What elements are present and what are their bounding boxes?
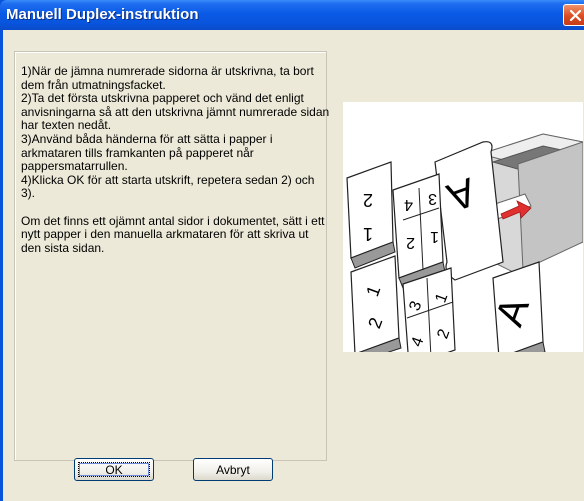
instructions-text: 1)När de jämna numrerade sidorna är utsk…: [21, 64, 330, 255]
window-title: Manuell Duplex-instruktion: [6, 6, 199, 23]
page-stack-bottom-right: A: [487, 261, 546, 367]
cancel-button-label: Avbryt: [216, 462, 250, 477]
close-icon: [569, 9, 582, 22]
cancel-button[interactable]: Avbryt: [193, 458, 273, 481]
svg-text:1: 1: [430, 228, 439, 245]
svg-text:2: 2: [363, 190, 373, 210]
focus-rect: [78, 462, 150, 477]
page-stack-middle: 4 3 2 1: [392, 173, 446, 289]
dialog-window: Manuell Duplex-instruktion 1)När de jämn…: [0, 0, 584, 501]
page-stack-left: 2 1: [346, 161, 396, 269]
title-bar[interactable]: Manuell Duplex-instruktion: [0, 0, 584, 30]
duplex-illustration: A 2 1 4 3 2 1 1 2 3 4 1 2 A: [343, 102, 584, 367]
ok-button[interactable]: OK: [74, 458, 154, 481]
svg-text:3: 3: [428, 190, 437, 207]
svg-text:1: 1: [363, 224, 373, 244]
svg-text:2: 2: [406, 234, 415, 251]
page-stack-bottom-left: 1 2: [350, 255, 402, 363]
close-button[interactable]: [563, 4, 584, 26]
svg-text:4: 4: [404, 196, 413, 213]
duplex-printer-illustration: A 2 1 4 3 2 1 1 2 3 4 1 2 A: [346, 133, 584, 367]
dialog-body: 1)När de jämna numrerade sidorna är utsk…: [3, 30, 584, 501]
